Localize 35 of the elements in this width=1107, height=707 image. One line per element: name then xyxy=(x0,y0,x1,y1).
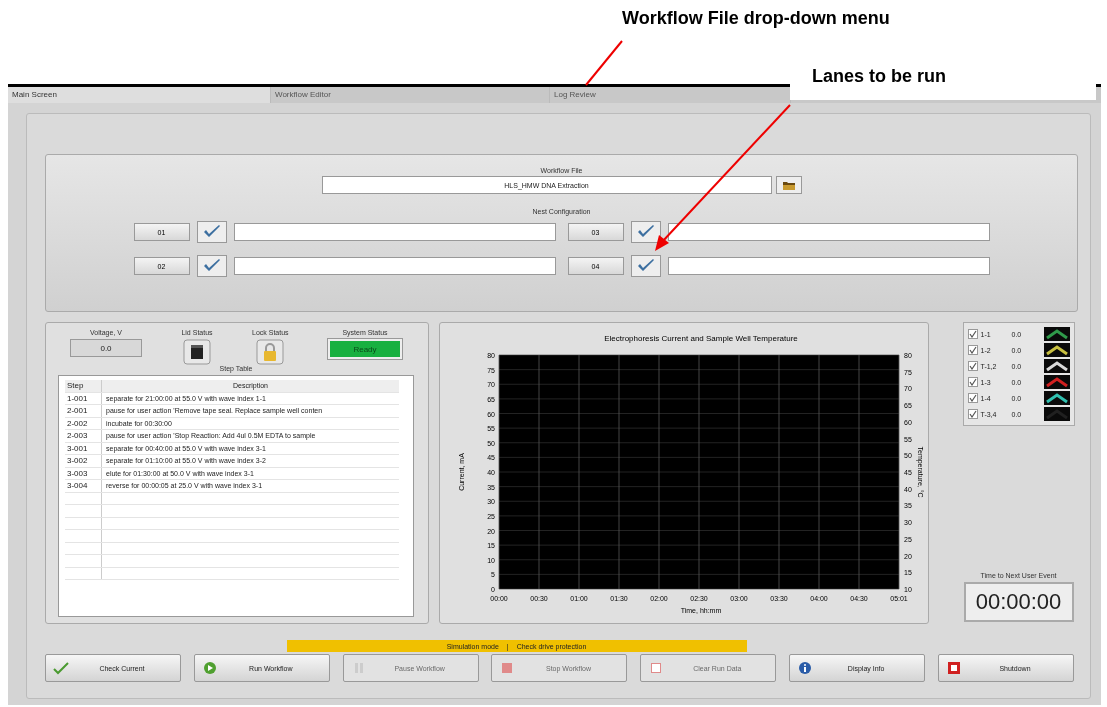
table-cell: 3-002 xyxy=(65,455,102,467)
checkbox[interactable] xyxy=(967,345,978,355)
table-cell: 2-001 xyxy=(65,405,102,417)
padlock-icon xyxy=(256,339,285,365)
table-cell: 3-001 xyxy=(65,442,102,454)
chart-title: Electrophoresis Current and Sample Well Temperature xyxy=(604,334,798,343)
folder-icon[interactable] xyxy=(775,176,802,194)
table-cell: 1-001 xyxy=(65,392,102,404)
table-cell: 2-003 xyxy=(65,430,102,442)
table-cell: 3-004 xyxy=(65,480,102,492)
table-cell: 2-002 xyxy=(65,417,102,429)
voltage-readout: 0.0 xyxy=(70,339,142,357)
checkbox[interactable] xyxy=(967,409,978,419)
column-header: Step xyxy=(65,380,102,392)
lane-checkbox[interactable] xyxy=(630,221,661,243)
lane-field[interactable] xyxy=(667,223,990,241)
lane-field[interactable] xyxy=(233,257,556,275)
timer-readout: 00:00:00 xyxy=(963,582,1074,622)
checkbox[interactable] xyxy=(967,377,978,387)
system-status-indicator: Ready xyxy=(328,339,402,359)
checkbox[interactable] xyxy=(967,329,978,339)
tab[interactable]: Main Screen xyxy=(8,87,271,103)
lane-checkbox[interactable] xyxy=(196,255,227,277)
tab[interactable]: Workflow Editor xyxy=(271,87,550,103)
callout-label: Workflow File drop-down menu xyxy=(622,8,890,29)
lane-checkbox[interactable] xyxy=(630,255,661,277)
checkbox[interactable] xyxy=(967,361,978,371)
table-cell: 3-003 xyxy=(65,467,102,479)
lid-icon xyxy=(183,339,211,365)
lane-checkbox[interactable] xyxy=(196,221,227,243)
checkbox[interactable] xyxy=(967,393,978,403)
checkmark-icon xyxy=(52,661,70,675)
lane-field[interactable] xyxy=(233,223,556,241)
lane-field[interactable] xyxy=(667,257,990,275)
leader-line xyxy=(584,40,624,86)
